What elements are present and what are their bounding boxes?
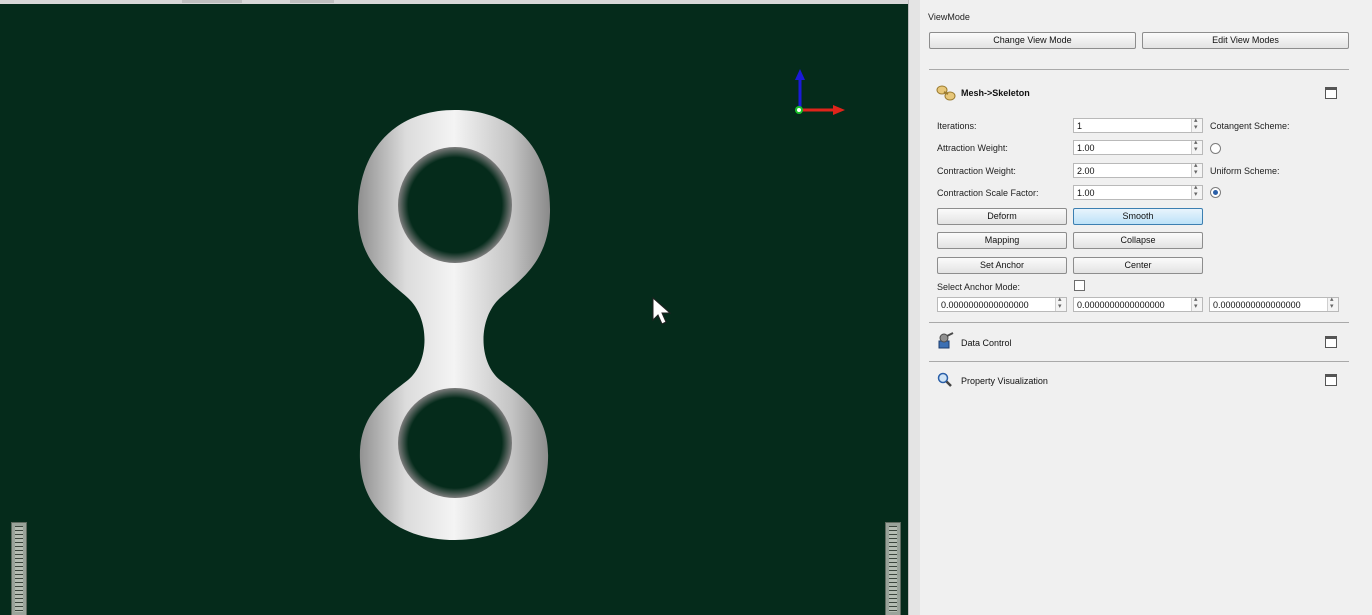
contraction-weight-value: 2.00 xyxy=(1077,166,1095,176)
section-divider xyxy=(929,322,1349,323)
collapse-button[interactable]: Collapse xyxy=(1073,232,1203,249)
property-visualization-float-button[interactable] xyxy=(1325,374,1337,386)
spin-arrows-icon[interactable] xyxy=(1191,161,1202,177)
mouse-cursor xyxy=(652,296,672,325)
right-zoom-slider[interactable] xyxy=(885,522,901,615)
attraction-weight-value: 1.00 xyxy=(1077,143,1095,153)
attraction-weight-label: Attraction Weight: xyxy=(937,143,1008,153)
anchor-z-value: 0.0000000000000000 xyxy=(1213,300,1301,310)
spin-arrows-icon[interactable] xyxy=(1191,116,1202,132)
left-zoom-slider[interactable] xyxy=(11,522,27,615)
contraction-weight-label: Contraction Weight: xyxy=(937,166,1016,176)
smooth-button[interactable]: Smooth xyxy=(1073,208,1203,225)
section-divider xyxy=(929,69,1349,70)
center-button[interactable]: Center xyxy=(1073,257,1203,274)
deform-button[interactable]: Deform xyxy=(937,208,1067,225)
mesh-skeleton-title: Mesh->Skeleton xyxy=(961,88,1030,98)
select-anchor-mode-label: Select Anchor Mode: xyxy=(937,282,1021,292)
contraction-scale-label: Contraction Scale Factor: xyxy=(937,188,1039,198)
section-divider xyxy=(929,361,1349,362)
3d-viewport[interactable] xyxy=(0,4,908,615)
spin-arrows-icon[interactable] xyxy=(1191,295,1202,311)
spin-arrows-icon[interactable] xyxy=(1191,183,1202,199)
spin-arrows-icon[interactable] xyxy=(1327,295,1338,311)
mapping-button[interactable]: Mapping xyxy=(937,232,1067,249)
iterations-label: Iterations: xyxy=(937,121,977,131)
axis-gizmo xyxy=(795,69,845,115)
data-control-float-button[interactable] xyxy=(1325,336,1337,348)
anchor-x-spinbox[interactable]: 0.0000000000000000 xyxy=(937,295,1067,312)
anchor-y-value: 0.0000000000000000 xyxy=(1077,300,1165,310)
tool-panel: ViewMode Change View Mode Edit View Mode… xyxy=(920,0,1372,615)
anchor-z-spinbox[interactable]: 0.0000000000000000 xyxy=(1209,295,1339,312)
uniform-scheme-label: Uniform Scheme: xyxy=(1210,166,1280,176)
iterations-spinbox[interactable]: 1 xyxy=(1073,116,1203,133)
contraction-weight-spinbox[interactable]: 2.00 xyxy=(1073,161,1203,178)
mesh-render xyxy=(358,69,845,540)
cotangent-scheme-radio[interactable] xyxy=(1210,143,1221,154)
viewmode-label: ViewMode xyxy=(928,12,970,22)
magnifier-icon xyxy=(937,372,952,387)
select-anchor-mode-checkbox[interactable] xyxy=(1074,280,1085,291)
spin-arrows-icon[interactable] xyxy=(1055,295,1066,311)
change-view-mode-button[interactable]: Change View Mode xyxy=(929,32,1136,49)
spin-arrows-icon[interactable] xyxy=(1191,138,1202,154)
edit-view-modes-button[interactable]: Edit View Modes xyxy=(1142,32,1349,49)
contraction-scale-spinbox[interactable]: 1.00 xyxy=(1073,183,1203,200)
cotangent-scheme-label: Cotangent Scheme: xyxy=(1210,121,1290,131)
mesh-skeleton-float-button[interactable] xyxy=(1325,87,1337,99)
contraction-scale-value: 1.00 xyxy=(1077,188,1095,198)
iterations-value: 1 xyxy=(1077,121,1083,131)
skeleton-plugin-icon xyxy=(936,85,956,101)
data-control-icon xyxy=(938,332,954,349)
uniform-scheme-radio[interactable] xyxy=(1210,187,1221,198)
data-control-title: Data Control xyxy=(961,338,1012,348)
anchor-x-value: 0.0000000000000000 xyxy=(941,300,1029,310)
property-visualization-title: Property Visualization xyxy=(961,376,1048,386)
attraction-weight-spinbox[interactable]: 1.00 xyxy=(1073,138,1203,155)
set-anchor-button[interactable]: Set Anchor xyxy=(937,257,1067,274)
anchor-y-spinbox[interactable]: 0.0000000000000000 xyxy=(1073,295,1203,312)
